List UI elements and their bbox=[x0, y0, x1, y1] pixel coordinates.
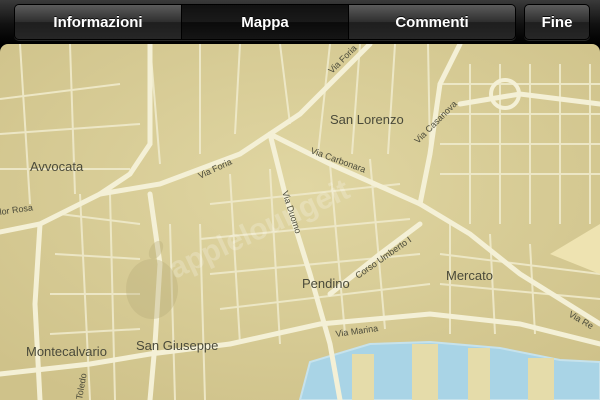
tab-mappa[interactable]: Mappa bbox=[182, 5, 349, 39]
done-button[interactable]: Fine bbox=[524, 4, 590, 40]
district-label-pendino: Pendino bbox=[302, 276, 350, 291]
map-canvas: appleloungeit Via Foria Via Foria Via Ca… bbox=[0, 44, 600, 400]
district-label-san-giuseppe: San Giuseppe bbox=[136, 338, 218, 353]
top-toolbar: Informazioni Mappa Commenti Fine bbox=[0, 0, 600, 45]
district-label-montecalvario: Montecalvario bbox=[26, 344, 107, 359]
district-label-mercato: Mercato bbox=[446, 268, 493, 283]
tab-informazioni[interactable]: Informazioni bbox=[15, 5, 182, 39]
app-screen: Informazioni Mappa Commenti Fine applelo… bbox=[0, 0, 600, 400]
map-view[interactable]: appleloungeit Via Foria Via Foria Via Ca… bbox=[0, 44, 600, 400]
segmented-control: Informazioni Mappa Commenti bbox=[14, 4, 516, 40]
district-label-san-lorenzo: San Lorenzo bbox=[330, 112, 404, 127]
district-label-avvocata: Avvocata bbox=[30, 159, 84, 174]
tab-commenti[interactable]: Commenti bbox=[349, 5, 515, 39]
